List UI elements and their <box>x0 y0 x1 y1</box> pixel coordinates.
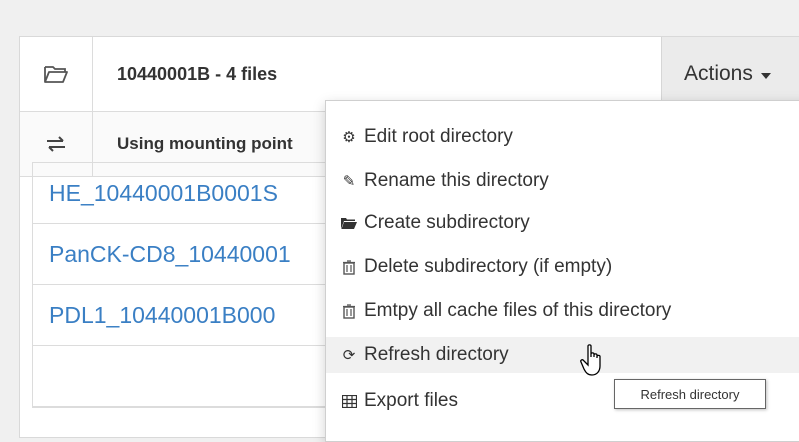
trash-icon <box>338 303 360 319</box>
menu-item-empty-cache[interactable]: Emtpy all cache files of this directory <box>326 293 799 329</box>
pencil-icon: ✎ <box>342 173 356 190</box>
actions-label: Actions <box>684 62 753 85</box>
menu-item-refresh-directory[interactable]: ⟳ Refresh directory <box>326 337 799 373</box>
menu-item-edit-root-directory[interactable]: ⚙ Edit root directory <box>326 119 799 155</box>
hand-pointer-cursor-icon <box>580 344 606 383</box>
refresh-icon: ⟳ <box>342 347 356 364</box>
tooltip: Refresh directory <box>614 379 766 409</box>
menu-item-label: Rename this directory <box>364 170 549 191</box>
table-icon <box>338 394 360 408</box>
menu-item-delete-subdirectory[interactable]: Delete subdirectory (if empty) <box>326 249 799 285</box>
menu-item-label: Create subdirectory <box>364 212 530 233</box>
directory-title: 10440001B - 4 files <box>117 63 278 84</box>
caret-down-icon <box>760 72 771 79</box>
menu-item-label: Edit root directory <box>364 126 513 147</box>
cogs-icon: ⚙ <box>342 129 356 146</box>
menu-item-rename-directory[interactable]: ✎ Rename this directory <box>326 163 799 199</box>
menu-item-label: Delete subdirectory (if empty) <box>364 256 613 277</box>
menu-item-label: Export files <box>364 390 458 411</box>
menu-item-label: Refresh directory <box>364 344 509 365</box>
menu-item-label: Emtpy all cache files of this directory <box>364 300 672 321</box>
trash-icon <box>338 259 360 275</box>
folder-icon <box>20 37 93 111</box>
menu-item-create-subdirectory[interactable]: Create subdirectory <box>326 205 799 241</box>
folder-open-icon <box>338 216 360 230</box>
